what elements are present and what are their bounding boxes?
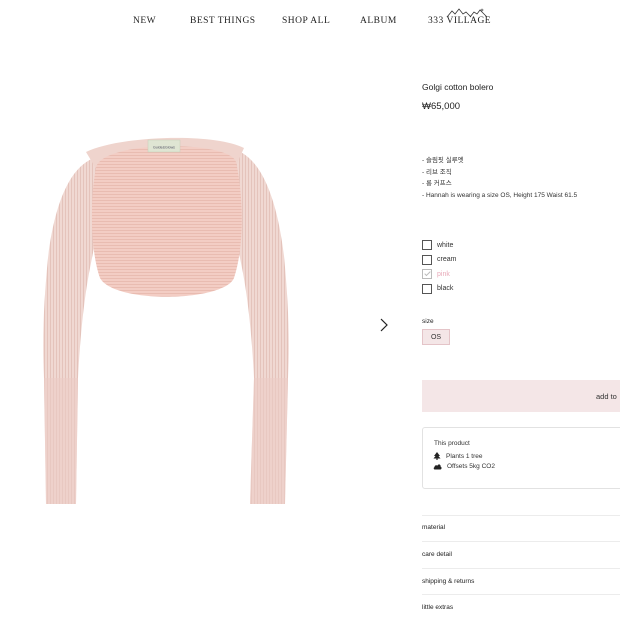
product-title: Golgi cotton bolero bbox=[422, 82, 494, 92]
product-price: ₩65,000 bbox=[422, 101, 461, 112]
eco-tree-line: Plants 1 tree bbox=[433, 452, 483, 460]
color-option-black[interactable]: black bbox=[422, 282, 456, 297]
color-option-pink[interactable]: pink bbox=[422, 267, 456, 282]
garment-label-text: Guide&Glows bbox=[153, 146, 175, 150]
divider bbox=[422, 568, 620, 569]
tree-icon bbox=[433, 452, 441, 460]
add-to-cart-button[interactable]: add to bbox=[422, 380, 620, 412]
eco-co2-text: Offsets 5kg CO2 bbox=[447, 463, 495, 470]
checkbox[interactable] bbox=[422, 254, 432, 265]
accordion-little-extras[interactable]: little extras bbox=[422, 604, 453, 611]
color-option-white[interactable]: white bbox=[422, 238, 456, 253]
cloud-icon bbox=[433, 464, 442, 470]
color-label: white bbox=[437, 241, 454, 249]
color-options: white cream pink black bbox=[422, 238, 456, 296]
color-label-unavailable: pink bbox=[437, 270, 450, 278]
size-option-os[interactable]: OS bbox=[422, 329, 450, 345]
nav-shop-all[interactable]: SHOP ALL bbox=[282, 16, 330, 26]
checkbox[interactable] bbox=[422, 240, 432, 251]
description-line: - 슬림핏 실루엣 bbox=[422, 157, 464, 164]
color-label: black bbox=[437, 285, 454, 293]
product-info-panel: Golgi cotton bolero ₩65,000 - 슬림핏 실루엣 - … bbox=[422, 0, 620, 620]
description-line: - 롱 커프스 bbox=[422, 180, 452, 187]
accordion-material[interactable]: material bbox=[422, 524, 445, 531]
description-line: - Hannah is wearing a size OS, Height 17… bbox=[422, 191, 578, 199]
eco-co2-line: Offsets 5kg CO2 bbox=[433, 463, 495, 470]
add-to-cart-label: add to bbox=[596, 392, 617, 401]
description-line: - 리브 조직 bbox=[422, 168, 452, 176]
nav-new[interactable]: NEW bbox=[133, 16, 156, 26]
accordion-care-detail[interactable]: care detail bbox=[422, 551, 452, 558]
color-label: cream bbox=[437, 256, 457, 264]
product-description: - 슬림핏 실루엣 - 리브 조직 - 롱 커프스 - Hannah is we… bbox=[422, 155, 577, 201]
color-option-cream[interactable]: cream bbox=[422, 253, 456, 268]
nav-album[interactable]: ALBUM bbox=[360, 16, 397, 26]
size-label: size bbox=[422, 318, 434, 325]
accordion-shipping-returns[interactable]: shipping & returns bbox=[422, 578, 474, 585]
eco-tree-text: Plants 1 tree bbox=[446, 452, 483, 460]
checkbox[interactable] bbox=[422, 283, 432, 294]
eco-title: This product bbox=[434, 440, 470, 447]
nav-best-things[interactable]: BEST THINGS bbox=[190, 16, 256, 26]
product-image: Guide&Glows bbox=[43, 137, 289, 504]
divider bbox=[422, 541, 620, 542]
divider bbox=[422, 515, 620, 516]
divider bbox=[422, 594, 620, 595]
chevron-right-icon[interactable] bbox=[376, 316, 392, 334]
checkbox-disabled[interactable] bbox=[422, 269, 432, 280]
